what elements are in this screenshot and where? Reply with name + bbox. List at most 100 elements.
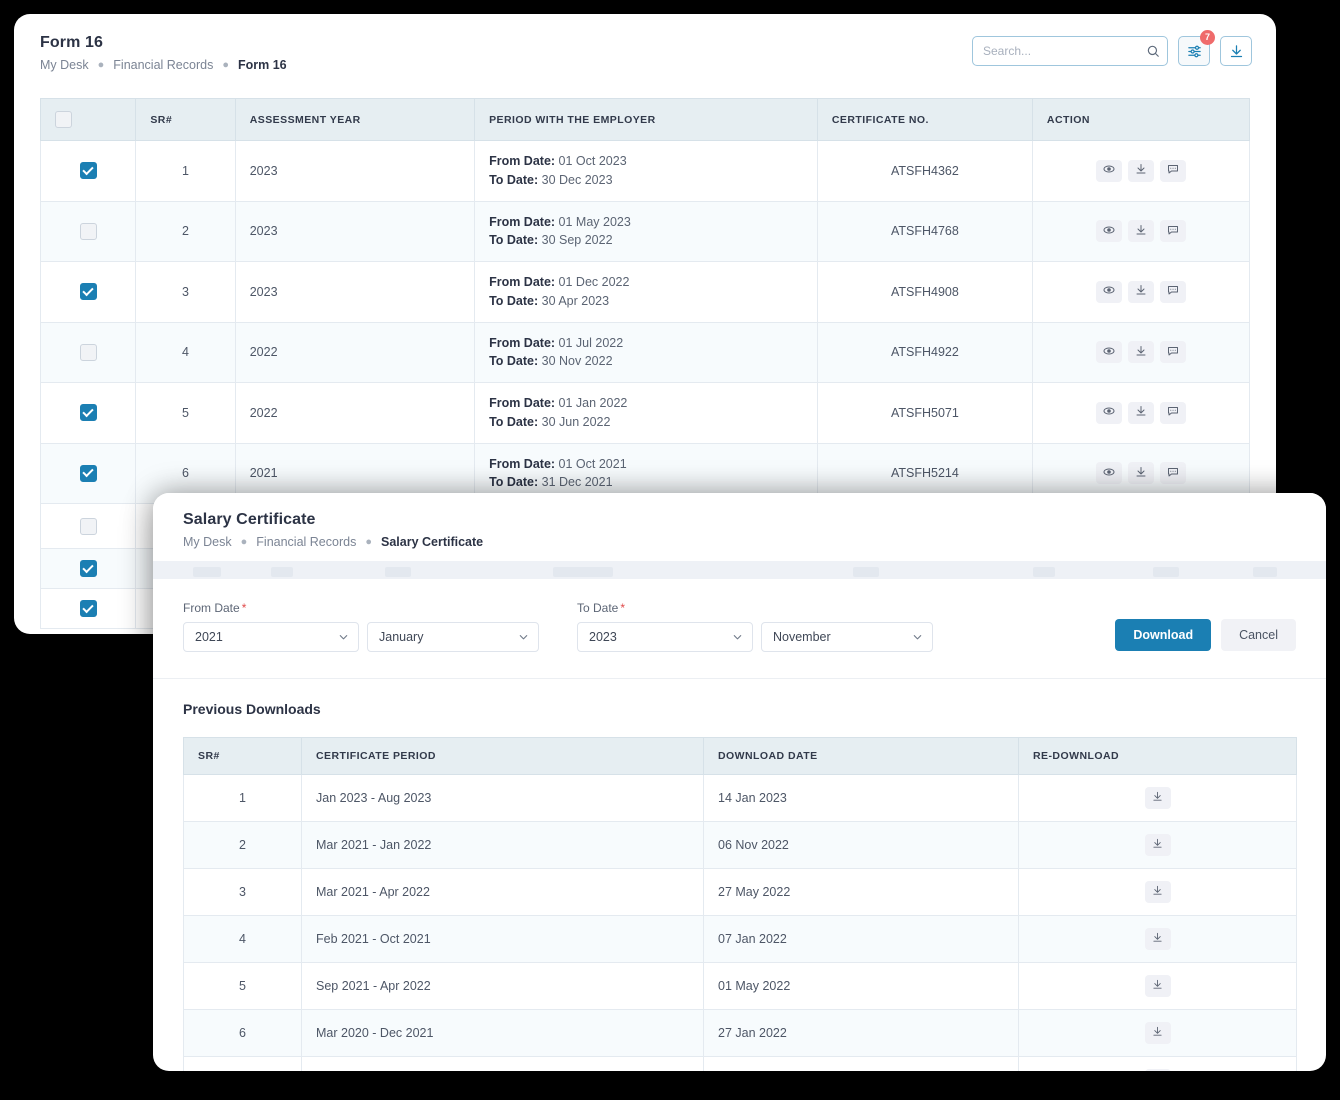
row-download-button[interactable] — [1128, 281, 1154, 303]
row-checkbox[interactable] — [80, 344, 97, 361]
filter-button[interactable]: 7 — [1178, 36, 1210, 66]
table-row: 12023From Date: 01 Oct 2023To Date: 30 D… — [41, 141, 1250, 202]
download-icon — [1135, 345, 1147, 360]
from-date-group: From Date* 2021 January — [183, 601, 539, 652]
previous-downloads-heading: Previous Downloads — [153, 679, 1326, 717]
row-checkbox[interactable] — [80, 162, 97, 179]
eye-icon — [1103, 163, 1115, 178]
row-download-button[interactable] — [1128, 462, 1154, 484]
re-download-button[interactable] — [1145, 787, 1171, 809]
cell-re-download — [1019, 822, 1297, 869]
cell-sr: 2 — [184, 822, 302, 869]
row-checkbox[interactable] — [80, 560, 97, 577]
to-month-value: November — [773, 630, 831, 644]
search-box — [972, 36, 1168, 66]
re-download-button[interactable] — [1145, 1069, 1171, 1071]
modal-breadcrumb-item-financial-records[interactable]: Financial Records — [256, 535, 356, 549]
comment-button[interactable] — [1160, 281, 1186, 303]
row-checkbox[interactable] — [80, 283, 97, 300]
eye-icon — [1103, 345, 1115, 360]
row-select-cell — [41, 201, 136, 262]
from-date-label: From Date* — [183, 601, 539, 615]
row-select-cell — [41, 549, 136, 589]
download-icon — [1152, 838, 1163, 852]
select-all-checkbox[interactable] — [55, 111, 72, 128]
re-download-button[interactable] — [1145, 834, 1171, 856]
re-download-button[interactable] — [1145, 928, 1171, 950]
view-button[interactable] — [1096, 402, 1122, 424]
cell-certificate-no: ATSFH4362 — [817, 141, 1032, 202]
download-button[interactable]: Download — [1115, 619, 1211, 651]
download-icon — [1135, 163, 1147, 178]
comment-button[interactable] — [1160, 402, 1186, 424]
row-checkbox[interactable] — [80, 223, 97, 240]
from-month-select[interactable]: January — [367, 622, 539, 652]
column-select-all — [41, 99, 136, 141]
column-period: PERIOD WITH THE EMPLOYER — [475, 99, 818, 141]
list-item: 3Mar 2021 - Apr 202227 May 2022 — [184, 869, 1297, 916]
cell-assessment-year: 2023 — [235, 262, 474, 323]
comment-icon — [1167, 224, 1179, 239]
salary-certificate-modal: Salary Certificate My Desk ● Financial R… — [153, 493, 1326, 1071]
download-all-button[interactable] — [1220, 36, 1252, 66]
row-checkbox[interactable] — [80, 518, 97, 535]
required-mark: * — [242, 601, 247, 615]
modal-title: Salary Certificate — [183, 511, 1296, 529]
download-icon — [1229, 44, 1244, 59]
row-download-button[interactable] — [1128, 341, 1154, 363]
previous-downloads-table-area: SR# CERTIFICATE PERIOD DOWNLOAD DATE RE-… — [153, 717, 1326, 1071]
list-item: 2Mar 2021 - Jan 202206 Nov 2022 — [184, 822, 1297, 869]
comment-button[interactable] — [1160, 462, 1186, 484]
re-download-button[interactable] — [1145, 881, 1171, 903]
row-download-button[interactable] — [1128, 160, 1154, 182]
breadcrumb-item-my-desk[interactable]: My Desk — [40, 58, 89, 72]
view-button[interactable] — [1096, 281, 1122, 303]
download-icon — [1135, 284, 1147, 299]
required-mark: * — [620, 601, 625, 615]
to-month-select[interactable]: November — [761, 622, 933, 652]
row-select-cell — [41, 141, 136, 202]
screen: Form 16 My Desk ● Financial Records ● Fo… — [0, 0, 1340, 1100]
cancel-button[interactable]: Cancel — [1221, 619, 1296, 651]
search-input[interactable] — [972, 36, 1168, 66]
cell-period: From Date: 01 Oct 2023To Date: 30 Dec 20… — [475, 141, 818, 202]
cell-certificate-period: Dec 2022 - Oct 2023 — [302, 1057, 704, 1072]
prev-column-re-download: RE-DOWNLOAD — [1019, 738, 1297, 775]
table-row: 22023From Date: 01 May 2023To Date: 30 S… — [41, 201, 1250, 262]
row-checkbox[interactable] — [80, 404, 97, 421]
cell-sr: 7 — [184, 1057, 302, 1072]
view-button[interactable] — [1096, 220, 1122, 242]
from-year-select[interactable]: 2021 — [183, 622, 359, 652]
cell-download-date: 27 Jan 2022 — [704, 1010, 1019, 1057]
re-download-button[interactable] — [1145, 1022, 1171, 1044]
cell-re-download — [1019, 775, 1297, 822]
cell-period: From Date: 01 Jan 2022To Date: 30 Jun 20… — [475, 383, 818, 444]
cell-sr: 4 — [136, 322, 235, 383]
view-button[interactable] — [1096, 462, 1122, 484]
row-checkbox[interactable] — [80, 465, 97, 482]
breadcrumb-item-form-16: Form 16 — [238, 58, 287, 72]
row-download-button[interactable] — [1128, 402, 1154, 424]
view-button[interactable] — [1096, 341, 1122, 363]
table-row: 32023From Date: 01 Dec 2022To Date: 30 A… — [41, 262, 1250, 323]
column-sr: SR# — [136, 99, 235, 141]
re-download-button[interactable] — [1145, 975, 1171, 997]
list-item: 1Jan 2023 - Aug 202314 Jan 2023 — [184, 775, 1297, 822]
to-year-select[interactable]: 2023 — [577, 622, 753, 652]
row-download-button[interactable] — [1128, 220, 1154, 242]
column-certificate-no: CERTIFICATE NO. — [817, 99, 1032, 141]
comment-button[interactable] — [1160, 341, 1186, 363]
row-checkbox[interactable] — [80, 600, 97, 617]
view-button[interactable] — [1096, 160, 1122, 182]
comment-button[interactable] — [1160, 160, 1186, 182]
row-select-cell — [41, 589, 136, 629]
column-assessment-year: ASSESSMENT YEAR — [235, 99, 474, 141]
from-month-value: January — [379, 630, 423, 644]
to-date-group: To Date* 2023 November — [577, 601, 933, 652]
background-placeholder-strip — [153, 561, 1326, 579]
cell-sr: 4 — [184, 916, 302, 963]
breadcrumb-item-financial-records[interactable]: Financial Records — [113, 58, 213, 72]
comment-button[interactable] — [1160, 220, 1186, 242]
download-icon — [1152, 979, 1163, 993]
modal-breadcrumb-item-my-desk[interactable]: My Desk — [183, 535, 232, 549]
